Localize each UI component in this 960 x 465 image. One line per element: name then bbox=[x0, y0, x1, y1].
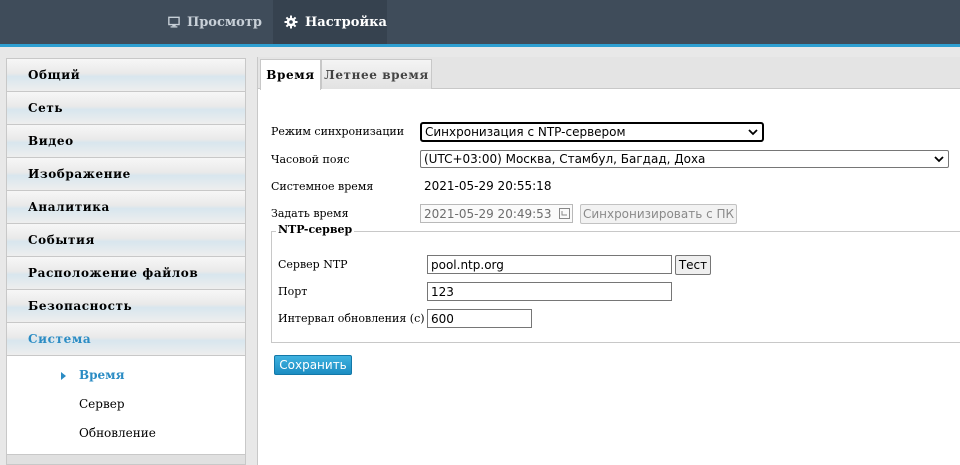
set-time-value: 2021-05-29 20:49:53 bbox=[424, 206, 552, 221]
update-interval-value: 600 bbox=[431, 311, 454, 326]
top-tab-settings-label: Настройка bbox=[305, 14, 387, 30]
sidebar-item-analytics[interactable]: Аналитика bbox=[6, 190, 246, 223]
sync-mode-value: Синхронизация с NTP-сервером bbox=[425, 125, 626, 139]
sidebar-item-security[interactable]: Безопасность bbox=[6, 289, 246, 322]
chevron-down-icon bbox=[748, 129, 758, 136]
sync-mode-select[interactable]: Синхронизация с NTP-сервером bbox=[420, 122, 764, 142]
port-value: 123 bbox=[431, 284, 454, 299]
system-time-label: Системное время bbox=[271, 180, 374, 193]
port-label: Порт bbox=[278, 285, 308, 298]
sidebar-item-label: Изображение bbox=[28, 167, 131, 181]
sync-with-pc-button[interactable]: Синхронизировать с ПК bbox=[580, 204, 737, 224]
sidebar-item-network[interactable]: Сеть bbox=[6, 91, 246, 124]
sidebar-item-events[interactable]: События bbox=[6, 223, 246, 256]
sidebar-submenu: Время Сервер Обновление bbox=[6, 355, 246, 455]
timezone-select[interactable]: (UTC+03:00) Москва, Стамбул, Багдад, Дох… bbox=[420, 150, 949, 168]
sidebar-item-image[interactable]: Изображение bbox=[6, 157, 246, 190]
page-area: Общий Сеть Видео Изображение Аналитика С… bbox=[0, 47, 960, 465]
tab-bar: Время Летнее время bbox=[258, 57, 960, 90]
sidebar-item-label: Видео bbox=[28, 134, 74, 148]
top-navigation-bar: Просмотр Настройка bbox=[0, 0, 960, 46]
save-button[interactable]: Сохранить bbox=[274, 355, 352, 375]
sidebar-item-label: Аналитика bbox=[28, 200, 110, 214]
content-panel: Время Летнее время Режим синхронизации С… bbox=[257, 57, 960, 465]
sidebar-item-system[interactable]: Система bbox=[6, 322, 246, 355]
triangle-right-icon bbox=[61, 372, 66, 380]
sidebar-item-label: События bbox=[28, 233, 95, 247]
chevron-down-icon bbox=[934, 156, 944, 163]
sidebar-item-label: Безопасность bbox=[28, 299, 133, 313]
top-tab-settings[interactable]: Настройка bbox=[273, 0, 387, 44]
ntp-server-label: Сервер NTP bbox=[278, 258, 348, 271]
sidebar-item-video[interactable]: Видео bbox=[6, 124, 246, 157]
sync-mode-label: Режим синхронизации bbox=[271, 125, 405, 138]
set-time-input[interactable]: 2021-05-29 20:49:53 bbox=[420, 204, 573, 223]
timezone-label: Часовой пояс bbox=[271, 153, 350, 166]
sidebar-item-label: Система bbox=[28, 332, 92, 346]
top-tab-view-label: Просмотр bbox=[186, 14, 262, 30]
gear-icon bbox=[284, 15, 298, 29]
sidebar-subitem-time[interactable]: Время bbox=[79, 368, 124, 382]
sidebar-item-storage[interactable]: Расположение файлов bbox=[6, 256, 246, 289]
set-time-label: Задать время bbox=[271, 207, 349, 220]
sidebar-item-label: Общий bbox=[28, 68, 81, 82]
tab-daylight-saving[interactable]: Летнее время bbox=[321, 59, 432, 89]
ntp-server-input[interactable]: pool.ntp.org bbox=[427, 255, 672, 274]
timezone-value: (UTC+03:00) Москва, Стамбул, Багдад, Дох… bbox=[424, 152, 706, 166]
update-interval-label: Интервал обновления (с) bbox=[278, 312, 425, 325]
tab-time[interactable]: Время bbox=[260, 59, 321, 90]
calendar-icon[interactable] bbox=[559, 208, 570, 219]
sidebar: Общий Сеть Видео Изображение Аналитика С… bbox=[6, 58, 246, 465]
ntp-server-value: pool.ntp.org bbox=[431, 257, 504, 272]
ntp-server-legend: NTP-сервер bbox=[276, 223, 355, 236]
sidebar-bottom-edge bbox=[6, 455, 246, 465]
sidebar-item-general[interactable]: Общий bbox=[6, 58, 246, 91]
port-input[interactable]: 123 bbox=[427, 282, 672, 301]
update-interval-input[interactable]: 600 bbox=[427, 309, 532, 328]
system-time-value: 2021-05-29 20:55:18 bbox=[424, 179, 552, 193]
top-tab-view[interactable]: Просмотр bbox=[158, 0, 262, 44]
ntp-test-button[interactable]: Тест bbox=[675, 255, 711, 275]
sidebar-item-label: Сеть bbox=[28, 101, 64, 115]
sidebar-subitem-server[interactable]: Сервер bbox=[79, 397, 125, 411]
sidebar-subitem-update[interactable]: Обновление bbox=[79, 426, 156, 440]
monitor-icon bbox=[168, 16, 180, 28]
sidebar-item-label: Расположение файлов bbox=[28, 266, 199, 280]
